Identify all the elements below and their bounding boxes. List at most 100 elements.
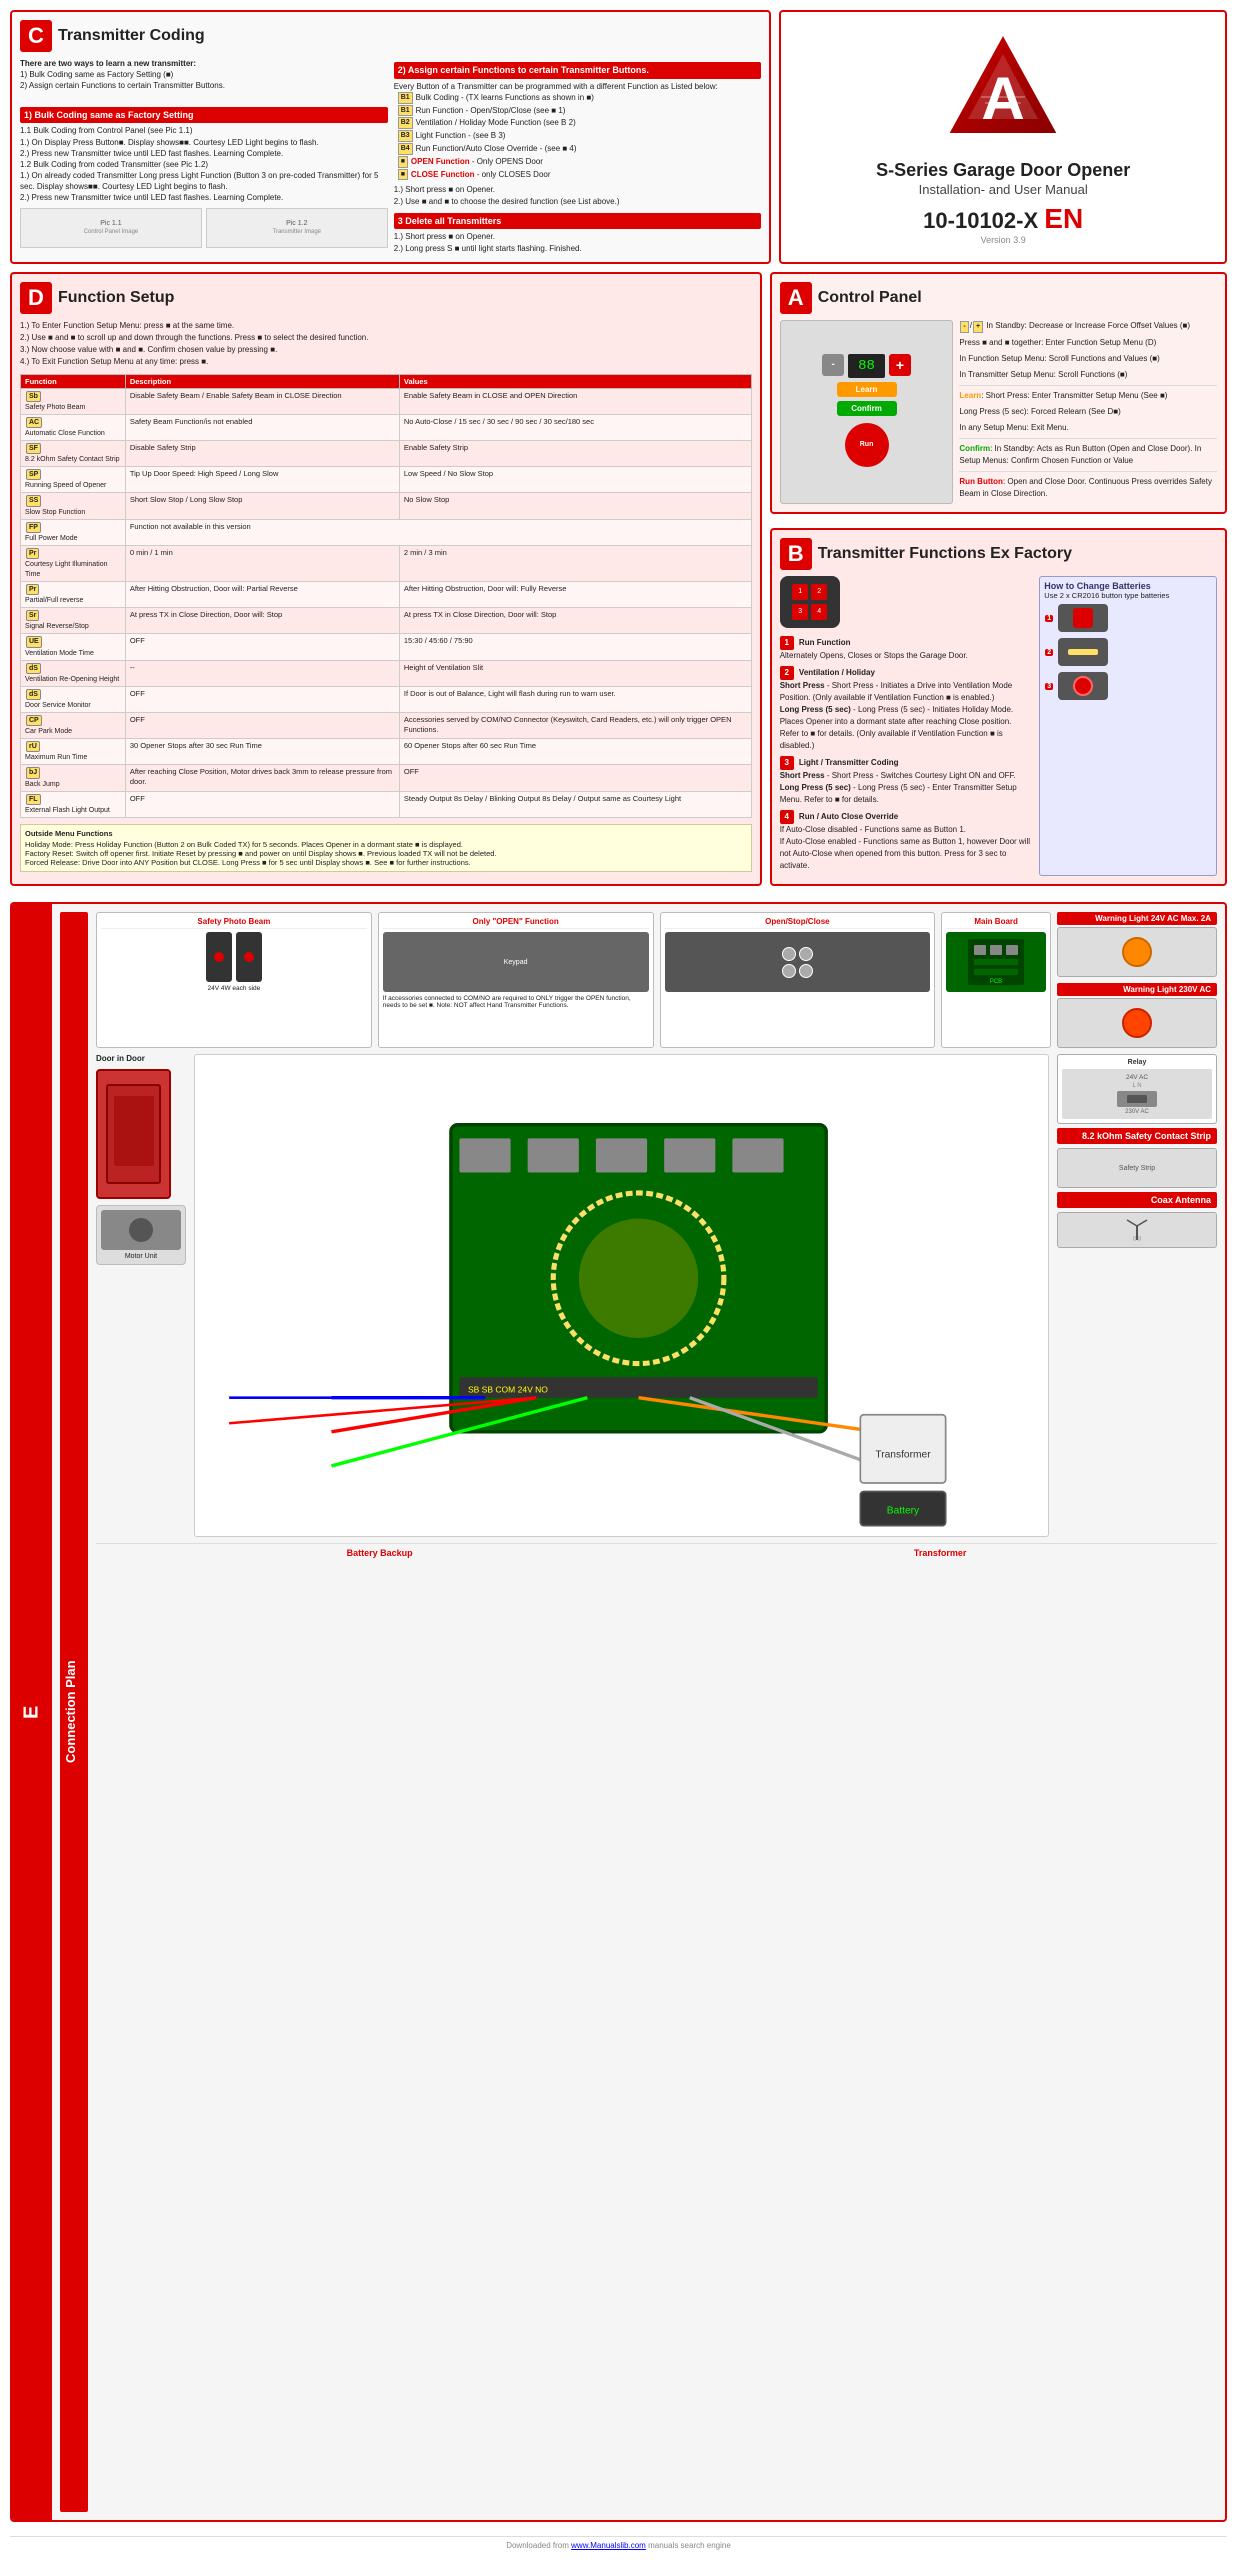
tx-btn-4: 4 (811, 604, 827, 620)
footer-suffix: manuals search engine (648, 2541, 731, 2550)
desc-confirm: Confirm: In Standby: Acts as Run Button … (959, 443, 1217, 467)
control-panel-content: - 88 + Learn Confirm Run (780, 320, 1217, 505)
pic-2: Pic 1.2 Transmitter Image (206, 208, 388, 248)
function-table-body: SbSafety Photo Beam Disable Safety Beam … (21, 388, 752, 817)
func-val-max-run: 60 Opener Stops after 60 sec Run Time (399, 739, 751, 765)
section-b-title: Transmitter Functions Ex Factory (818, 545, 1072, 563)
function-table-header: Function Description Values (21, 374, 752, 388)
main-board-visual: PCB (946, 932, 1046, 992)
panel-open-only: Only "OPEN" Function Keypad If accessori… (378, 912, 654, 1048)
tx-num-4: 4 (780, 810, 794, 824)
e-label-strip: E (12, 904, 52, 2520)
tx-func-3-name: Light / Transmitter Coding (799, 758, 899, 767)
section-c-letter: C (20, 20, 52, 52)
product-code: 10-10102-X EN (923, 203, 1083, 235)
svg-text:A: A (982, 65, 1025, 132)
func-icon-max-run: rUMaximum Run Time (21, 739, 126, 765)
beam-device-1 (206, 932, 232, 982)
assign-step2: 2.) Use ■ and ■ to choose the desired fu… (394, 196, 762, 207)
cp-learn-btn[interactable]: Learn (837, 382, 897, 397)
section-b-left: 1 2 3 4 1 Run Function (780, 576, 1032, 876)
product-title: S-Series Garage Door Opener (876, 159, 1130, 182)
tx-func-4-disabled: If Auto-Close disabled - Functions same … (780, 825, 966, 834)
footer-link[interactable]: www.Manualslib.com (571, 2541, 646, 2550)
cp-confirm-btn[interactable]: Confirm (837, 401, 897, 416)
assign-func-title: 2) Assign certain Functions to certain T… (394, 62, 762, 79)
warn-24v-device (1057, 927, 1217, 977)
conn-top-panels: Safety Photo Beam 24V 4W each si (96, 912, 1217, 1048)
assign-func-intro: Every Button of a Transmitter can be pro… (394, 81, 762, 92)
cp-plus-btn[interactable]: + (889, 354, 911, 376)
conn-inner: E Connection Plan Safety Photo Beam (12, 904, 1225, 2520)
func-icon-auto: B4 (398, 143, 413, 155)
func-icon-run2: B1 (398, 105, 413, 117)
func-desc-vent-time: OFF (125, 634, 399, 660)
table-row: bJBack Jump After reaching Close Positio… (21, 765, 752, 791)
cp-display: 88 (848, 354, 885, 378)
func-icon-signal: SrSignal Reverse/Stop (21, 608, 126, 634)
btn-vis-2 (799, 947, 813, 961)
tx-func-2-name: Ventilation / Holiday (799, 668, 875, 677)
warn-24v-label: Warning Light 24V AC Max. 2A (1057, 912, 1217, 925)
func-desc-max-run: 30 Opener Stops after 30 sec Run Time (125, 739, 399, 765)
bulk-step1d: 1.) On already coded Transmitter Long pr… (20, 170, 388, 192)
relay-visual: 24V AC L N 230V AC (1062, 1069, 1212, 1119)
func-val-slow-stop: No Slow Stop (399, 493, 751, 519)
btn-vis-1 (782, 947, 796, 961)
col-function: Function (21, 374, 126, 388)
section-a-letter: A (780, 282, 812, 314)
delete-step2: 2.) Long press S ■ until light starts fl… (394, 243, 762, 254)
section-b-batteries: How to Change Batteries Use 2 x CR2016 b… (1039, 576, 1217, 876)
section-d-letter: D (20, 282, 52, 314)
func-val-flash-light: Steady Output 8s Delay / Blinking Output… (399, 791, 751, 817)
conn-label-row: Connection Plan Safety Photo Beam (60, 912, 1217, 2512)
batteries-subtitle: Use 2 x CR2016 button type batteries (1044, 591, 1212, 600)
svg-text:((·)): ((·)) (1133, 1236, 1142, 1242)
bulk-coding-title: 1) Bulk Coding same as Factory Setting (20, 107, 388, 124)
delete-all-title: 3 Delete all Transmitters (394, 213, 762, 230)
svg-text:PCB: PCB (990, 979, 1002, 985)
tx-func-3: 3 Light / Transmitter Coding Short Press… (780, 756, 1032, 806)
bulk-step1e: 2.) Press new Transmitter twice until LE… (20, 192, 388, 203)
func-icon-partial: PrPartial/Full reverse (21, 582, 126, 608)
pic-1: Pic 1.1 Control Panel Image (20, 208, 202, 248)
beam-light-2 (244, 952, 254, 962)
section-c-content: There are two ways to learn a new transm… (20, 58, 761, 254)
middle-row: D Function Setup 1.) To Enter Function S… (10, 272, 1227, 887)
cp-run-circular-btn[interactable]: Run (845, 423, 889, 467)
door-small-door (114, 1096, 154, 1166)
safety-beam-devices (101, 932, 367, 982)
func-item-open: ■ OPEN Function - Only OPENS Door (398, 156, 762, 168)
table-row: FLExternal Flash Light Output OFF Steady… (21, 791, 752, 817)
func-desc-full-power: Function not available in this version (125, 519, 751, 545)
relay-wires: L N (1132, 1083, 1141, 1089)
tx-btn-1: 1 (792, 584, 808, 600)
battery-step-1: 1 (1044, 604, 1212, 632)
tx-buttons-visual: 1 2 3 4 (788, 584, 832, 620)
coax-device: ((·)) (1057, 1212, 1217, 1248)
function-list: B1 Bulk Coding - (TX learns Functions as… (398, 92, 762, 181)
cp-top-buttons: - 88 + (822, 354, 911, 378)
relay-label: Relay (1062, 1059, 1212, 1066)
section-c-transmitter-coding: C Transmitter Coding There are two ways … (10, 10, 771, 264)
left-devices: Door in Door (96, 1054, 186, 1537)
battery-icon (1068, 649, 1098, 655)
section-b-content: 1 2 3 4 1 Run Function (780, 576, 1217, 876)
section-a-header: A Control Panel (780, 282, 1217, 314)
func-val-speed: Low Speed / No Slow Stop (399, 467, 751, 493)
func-desc-close: CLOSE Function - only CLOSES Door (411, 169, 551, 180)
conn-bottom-labels: Battery Backup Transformer (96, 1543, 1217, 1562)
func-desc-light: Light Function - (see B 3) (416, 130, 506, 141)
cp-minus-btn[interactable]: - (822, 354, 844, 376)
relay-24vac: 24V AC (1126, 1074, 1148, 1081)
tx-num-3: 3 (780, 756, 794, 770)
door-inner-visual (106, 1084, 161, 1184)
func-val-signal: At press TX in Close Direction, Door wil… (399, 608, 751, 634)
panel-osc-title: Open/Stop/Close (665, 917, 931, 929)
section-d-function-setup: D Function Setup 1.) To Enter Function S… (10, 272, 762, 887)
run-button-icon (1073, 676, 1093, 696)
tx-func-1-name: Run Function (799, 638, 851, 647)
section-b-transmitter-functions: B Transmitter Functions Ex Factory 1 2 (770, 528, 1227, 886)
d-intro-1: 1.) To Enter Function Setup Menu: press … (20, 320, 752, 332)
func-val-safety-beam: Enable Safety Beam in CLOSE and OPEN Dir… (399, 388, 751, 414)
